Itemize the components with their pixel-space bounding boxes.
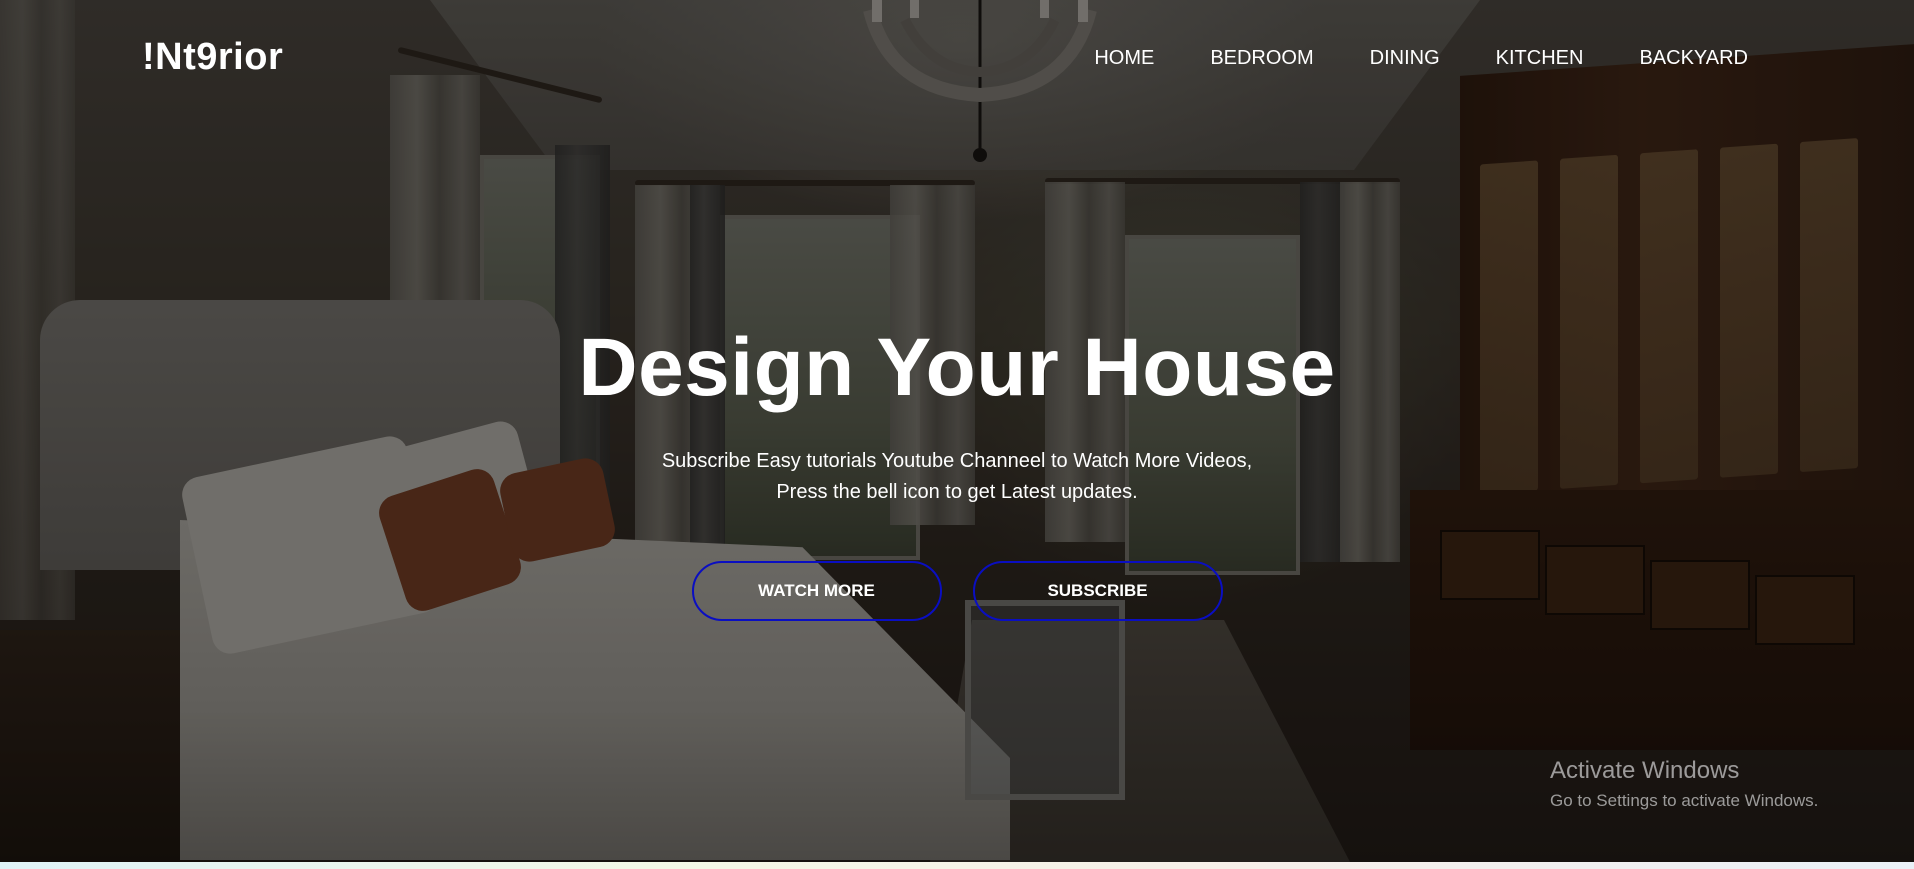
bottom-strip bbox=[0, 862, 1914, 869]
hero-buttons: WATCH MORE SUBSCRIBE bbox=[0, 561, 1914, 621]
watch-more-button[interactable]: WATCH MORE bbox=[691, 561, 942, 621]
hero-subtitle-line1: Subscribe Easy tutorials Youtube Channee… bbox=[661, 450, 1253, 472]
hero-subtitle: Subscribe Easy tutorials Youtube Channee… bbox=[0, 446, 1914, 508]
nav-item-dining[interactable]: DINING bbox=[1370, 47, 1440, 70]
hero-section: !Nt9rior HOME BEDROOM DINING KITCHEN BAC… bbox=[0, 0, 1914, 862]
nav-item-home[interactable]: HOME bbox=[1094, 47, 1154, 70]
nav-item-kitchen[interactable]: KITCHEN bbox=[1496, 47, 1584, 70]
watermark-title: Activate Windows bbox=[1550, 757, 1740, 784]
hero-title: Design Your House bbox=[578, 322, 1336, 413]
main-nav: HOME BEDROOM DINING KITCHEN BACKYARD bbox=[1094, 47, 1748, 70]
logo[interactable]: !Nt9rior bbox=[142, 36, 283, 79]
watermark-subtitle: Go to Settings to activate Windows. bbox=[1550, 791, 1819, 810]
nav-item-bedroom[interactable]: BEDROOM bbox=[1210, 47, 1313, 70]
hero-subtitle-line2: Press the bell icon to get Latest update… bbox=[776, 481, 1138, 503]
windows-activation-watermark: Activate Windows Go to Settings to activ… bbox=[1550, 757, 1818, 811]
hero-content: Design Your House Subscribe Easy tutoria… bbox=[0, 322, 1914, 621]
nav-item-backyard[interactable]: BACKYARD bbox=[1639, 47, 1748, 70]
subscribe-button[interactable]: SUBSCRIBE bbox=[972, 561, 1223, 621]
